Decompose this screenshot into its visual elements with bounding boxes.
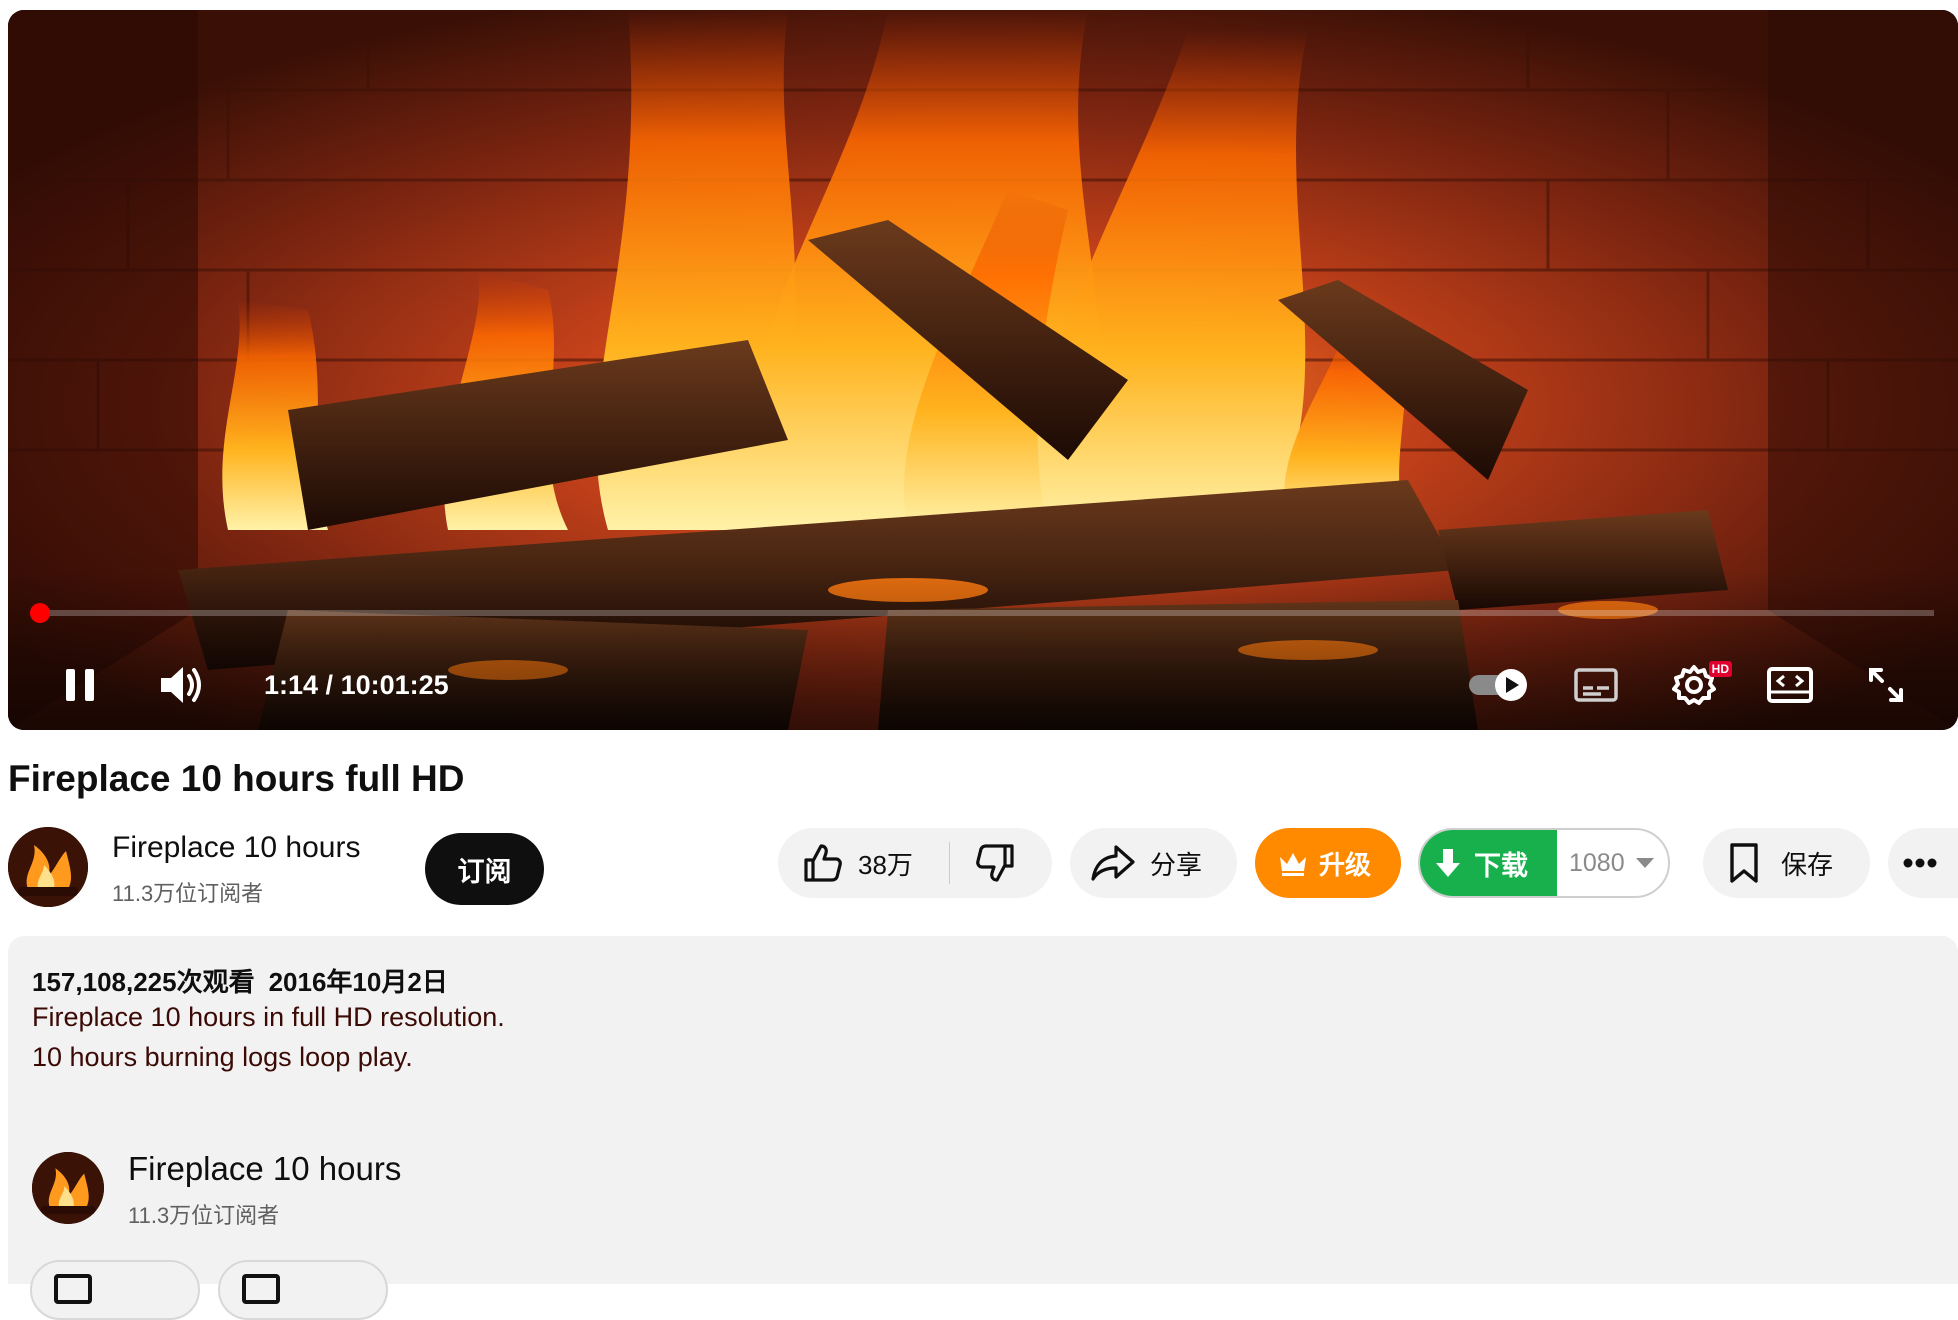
settings-button[interactable]: HD xyxy=(1664,655,1732,715)
pause-button[interactable] xyxy=(50,655,110,715)
miniplayer-button[interactable] xyxy=(1760,655,1820,715)
download-arrow-icon xyxy=(1436,849,1460,877)
time-display: 1:14 / 10:01:25 xyxy=(264,665,449,705)
download-button[interactable]: 下载 xyxy=(1420,830,1557,896)
volume-icon xyxy=(161,667,201,703)
upload-date: 2016年10月2日 xyxy=(268,967,448,997)
progress-scrubber[interactable] xyxy=(30,603,50,623)
fireplace-avatar-icon xyxy=(8,827,88,907)
pause-icon xyxy=(66,669,94,701)
download-group: 下载 1080 xyxy=(1418,828,1670,898)
video-list-icon xyxy=(54,1274,92,1304)
time-separator: / xyxy=(318,670,341,700)
like-dislike-group: 38万 xyxy=(778,828,1052,898)
subtitles-icon xyxy=(1574,668,1618,702)
about-chip[interactable] xyxy=(218,1260,388,1320)
more-horizontal-icon xyxy=(1903,858,1937,868)
subscriber-count: 11.3万位订阅者 xyxy=(112,881,264,906)
fullscreen-icon xyxy=(1869,668,1903,702)
videos-chip[interactable] xyxy=(30,1260,200,1320)
share-button[interactable]: 分享 xyxy=(1070,828,1237,898)
upgrade-label: 升级 xyxy=(1319,849,1372,880)
description-line: Fireplace 10 hours in full HD resolution… xyxy=(32,1002,505,1032)
progress-bar[interactable] xyxy=(30,603,1934,623)
download-label: 下载 xyxy=(1474,850,1528,881)
description-channel-name[interactable]: Fireplace 10 hours xyxy=(128,1150,401,1188)
chevron-down-icon xyxy=(1635,858,1654,868)
description-channel-avatar[interactable] xyxy=(32,1152,104,1224)
video-player[interactable]: 1:14 / 10:01:25 HD xyxy=(8,10,1958,730)
save-button[interactable]: 保存 xyxy=(1703,828,1870,898)
dislike-button[interactable] xyxy=(950,828,1052,898)
miniplayer-icon xyxy=(1767,667,1813,703)
autoplay-toggle[interactable] xyxy=(1464,655,1534,715)
upgrade-button[interactable]: 升级 xyxy=(1255,828,1401,898)
share-arrow-icon xyxy=(1091,845,1135,881)
fullscreen-button[interactable] xyxy=(1856,655,1916,715)
fireplace-avatar-icon xyxy=(32,1152,104,1224)
channel-name[interactable]: Fireplace 10 hours xyxy=(112,831,360,865)
share-label: 分享 xyxy=(1150,849,1203,880)
crown-icon xyxy=(1280,853,1306,876)
description-meta: 157,108,225次观看 2016年10月2日 xyxy=(32,962,448,999)
info-card-icon xyxy=(242,1274,280,1304)
hd-badge: HD xyxy=(1708,661,1732,677)
thumbs-up-icon xyxy=(804,844,842,882)
description-panel[interactable]: 157,108,225次观看 2016年10月2日 Fireplace 10 ho… xyxy=(8,936,1958,1320)
subtitles-button[interactable] xyxy=(1566,655,1626,715)
thumbs-down-icon xyxy=(976,844,1014,882)
channel-avatar[interactable] xyxy=(8,827,88,907)
description-subscriber-count: 11.3万位订阅者 xyxy=(128,1203,280,1228)
video-title: Fireplace 10 hours full HD xyxy=(8,758,465,799)
current-time: 1:14 xyxy=(264,670,319,700)
quality-value: 1080 xyxy=(1569,848,1625,877)
more-actions-button[interactable] xyxy=(1888,828,1958,898)
duration: 10:01:25 xyxy=(340,670,449,700)
volume-button[interactable] xyxy=(150,655,214,715)
subscribe-button[interactable]: 订阅 xyxy=(425,833,544,905)
bookmark-icon xyxy=(1730,843,1758,883)
quality-select[interactable]: 1080 xyxy=(1557,830,1668,896)
like-button[interactable]: 38万 xyxy=(778,828,949,898)
autoplay-toggle-icon xyxy=(1469,669,1527,701)
save-label: 保存 xyxy=(1781,849,1834,880)
view-count: 157,108,225次观看 xyxy=(32,967,255,997)
like-count: 38万 xyxy=(858,849,913,880)
description-line: 10 hours burning logs loop play. xyxy=(32,1042,413,1072)
